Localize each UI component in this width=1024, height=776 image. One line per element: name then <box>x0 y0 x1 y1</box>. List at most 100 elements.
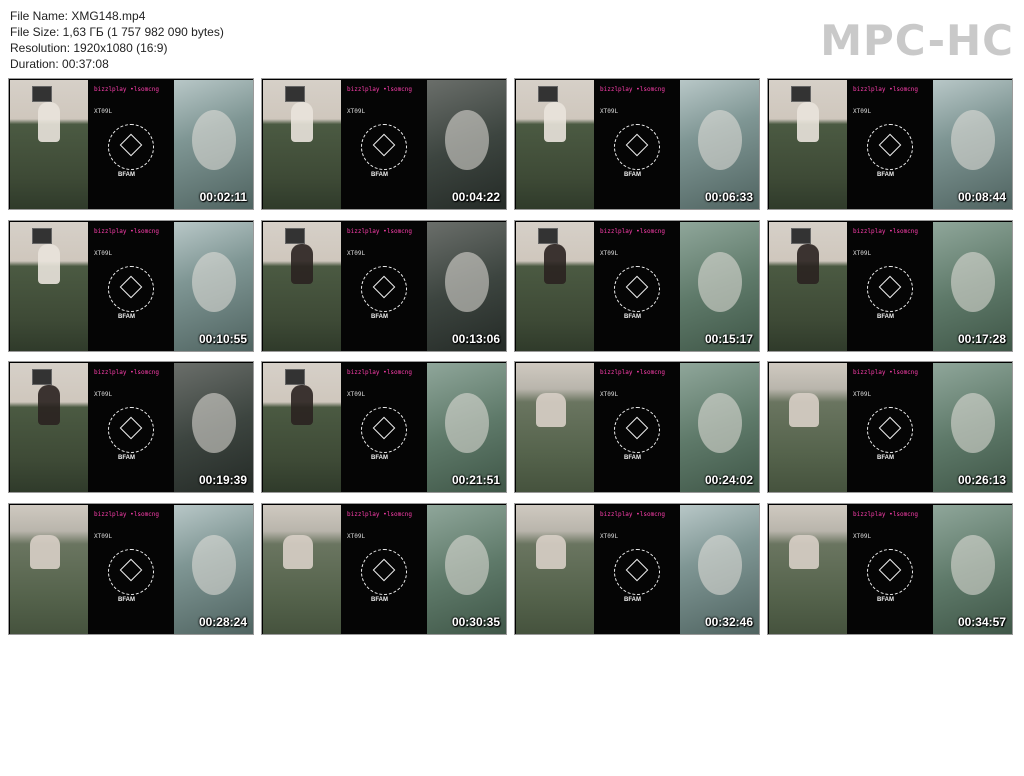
watermark-tag: bizzlplay •lsomcng <box>853 227 919 235</box>
timestamp: 00:10:55 <box>198 331 247 346</box>
watermark-code: XT09L <box>600 249 619 257</box>
emblem-label: BFAM <box>624 596 641 603</box>
thumbnail[interactable]: bizzlplay •lsomcng XT09L BFAM 00:24:02 <box>514 361 760 493</box>
resolution: Resolution: 1920x1080 (16:9) <box>10 41 168 55</box>
logo-panel: bizzlplay •lsomcng XT09L BFAM <box>88 504 174 634</box>
watermark-tag: bizzlplay •lsomcng <box>94 86 160 93</box>
person-figure <box>544 102 566 142</box>
timestamp: 00:06:33 <box>704 190 753 204</box>
emblem-label: BFAM <box>624 455 641 461</box>
wall-picture <box>32 227 52 244</box>
scene-shape <box>698 110 742 170</box>
watermark-code: XT09L <box>347 108 366 115</box>
thumbnail[interactable]: bizzlplay •lsomcng XT09L BFAM 00:28:24 <box>8 502 254 635</box>
watermark-code: XT09L <box>600 532 619 540</box>
scene-left <box>10 363 88 492</box>
emblem-icon <box>614 548 660 595</box>
thumbnail[interactable]: bizzlplay •lsomcng XT09L BFAM 00:10:55 <box>8 219 254 352</box>
watermark-tag: bizzlplay •lsomcng <box>347 86 413 93</box>
person-figure <box>38 243 60 284</box>
watermark-tag: bizzlplay •lsomcng <box>94 227 160 235</box>
emblem-icon <box>108 124 154 170</box>
watermark-code: XT09L <box>94 391 113 398</box>
emblem-label: BFAM <box>877 313 894 320</box>
thumbnail[interactable]: bizzlplay •lsomcng XT09L BFAM 00:15:17 <box>514 219 760 352</box>
scene-left <box>263 221 341 351</box>
scene-shape <box>951 110 995 170</box>
logo-panel: bizzlplay •lsomcng XT09L BFAM <box>88 80 174 209</box>
watermark-code: XT09L <box>347 391 366 398</box>
emblem-icon <box>867 407 913 453</box>
thumbnail[interactable]: bizzlplay •lsomcng XT09L BFAM 00:08:44 <box>767 78 1013 210</box>
thumbnail[interactable]: bizzlplay •lsomcng XT09L BFAM 00:32:46 <box>514 502 760 635</box>
person-figure <box>291 385 313 425</box>
emblem-label: BFAM <box>118 313 135 320</box>
watermark-code: XT09L <box>94 249 113 257</box>
watermark-tag: bizzlplay •lsomcng <box>853 369 919 376</box>
timestamp: 00:21:51 <box>451 473 500 487</box>
emblem-icon <box>614 265 660 312</box>
wall-picture <box>32 86 52 102</box>
scene-shape <box>445 110 489 170</box>
logo-panel: bizzlplay •lsomcng XT09L BFAM <box>341 80 427 209</box>
timestamp: 00:13:06 <box>451 331 500 346</box>
emblem-icon <box>108 548 154 595</box>
watermark-tag: bizzlplay •lsomcng <box>600 510 666 518</box>
scene-left <box>10 504 88 634</box>
emblem-label: BFAM <box>371 172 388 178</box>
thumbnail[interactable]: bizzlplay •lsomcng XT09L BFAM 00:13:06 <box>261 219 507 352</box>
timestamp: 00:26:13 <box>957 473 1006 487</box>
watermark-tag: bizzlplay •lsomcng <box>347 227 413 235</box>
thumbnail[interactable]: bizzlplay •lsomcng XT09L BFAM 00:26:13 <box>767 361 1013 493</box>
scene-shape <box>698 393 742 453</box>
person-figure <box>797 243 819 284</box>
logo-panel: bizzlplay •lsomcng XT09L BFAM <box>341 504 427 634</box>
wall-picture <box>285 227 305 244</box>
emblem-label: BFAM <box>118 455 135 461</box>
file-info: File Name: XMG148.mp4 File Size: 1,63 ГБ… <box>10 8 224 72</box>
file-name: File Name: XMG148.mp4 <box>10 9 146 23</box>
timestamp: 00:24:02 <box>704 473 753 487</box>
person-figure <box>38 102 60 142</box>
timestamp: 00:02:11 <box>199 190 247 204</box>
logo-panel: bizzlplay •lsomcng XT09L BFAM <box>594 80 680 209</box>
thumbnail[interactable]: bizzlplay •lsomcng XT09L BFAM 00:19:39 <box>8 361 254 493</box>
scene-shape <box>192 110 236 170</box>
scene-left <box>769 504 847 634</box>
thumbnail[interactable]: bizzlplay •lsomcng XT09L BFAM 00:21:51 <box>261 361 507 493</box>
emblem-label: BFAM <box>624 172 641 178</box>
watermark-tag: bizzlplay •lsomcng <box>600 227 666 235</box>
scene-shape <box>192 393 236 453</box>
emblem-icon <box>614 124 660 170</box>
wall-picture <box>538 227 558 244</box>
thumbnail[interactable]: bizzlplay •lsomcng XT09L BFAM 00:34:57 <box>767 502 1013 635</box>
watermark-tag: bizzlplay •lsomcng <box>600 86 666 93</box>
scene-shape <box>951 251 995 312</box>
scene-shape <box>698 251 742 312</box>
watermark-tag: bizzlplay •lsomcng <box>347 510 413 518</box>
emblem-label: BFAM <box>371 455 388 461</box>
thumbnail[interactable]: bizzlplay •lsomcng XT09L BFAM 00:04:22 <box>261 78 507 210</box>
emblem-label: BFAM <box>624 313 641 320</box>
duration: Duration: 00:37:08 <box>10 57 109 71</box>
scene-left <box>516 80 594 209</box>
watermark-code: XT09L <box>853 391 872 398</box>
thumbnail[interactable]: bizzlplay •lsomcng XT09L BFAM 00:17:28 <box>767 219 1013 352</box>
thumbnail[interactable]: bizzlplay •lsomcng XT09L BFAM 00:02:11 <box>8 78 254 210</box>
emblem-label: BFAM <box>118 172 135 178</box>
scene-shape <box>698 534 742 595</box>
watermark-code: XT09L <box>853 532 872 540</box>
watermark-tag: bizzlplay •lsomcng <box>600 369 666 376</box>
scene-left <box>769 80 847 209</box>
mpc-hc-logo: MPC-HC <box>820 16 1014 65</box>
thumbnail[interactable]: bizzlplay •lsomcng XT09L BFAM 00:30:35 <box>261 502 507 635</box>
emblem-label: BFAM <box>877 172 894 178</box>
emblem-icon <box>867 548 913 595</box>
emblem-label: BFAM <box>877 455 894 461</box>
scene-left <box>769 363 847 492</box>
scene-shape <box>445 393 489 453</box>
timestamp: 00:34:57 <box>957 614 1006 629</box>
thumbnail[interactable]: bizzlplay •lsomcng XT09L BFAM 00:06:33 <box>514 78 760 210</box>
emblem-label: BFAM <box>371 596 388 603</box>
person-figure <box>38 385 60 425</box>
